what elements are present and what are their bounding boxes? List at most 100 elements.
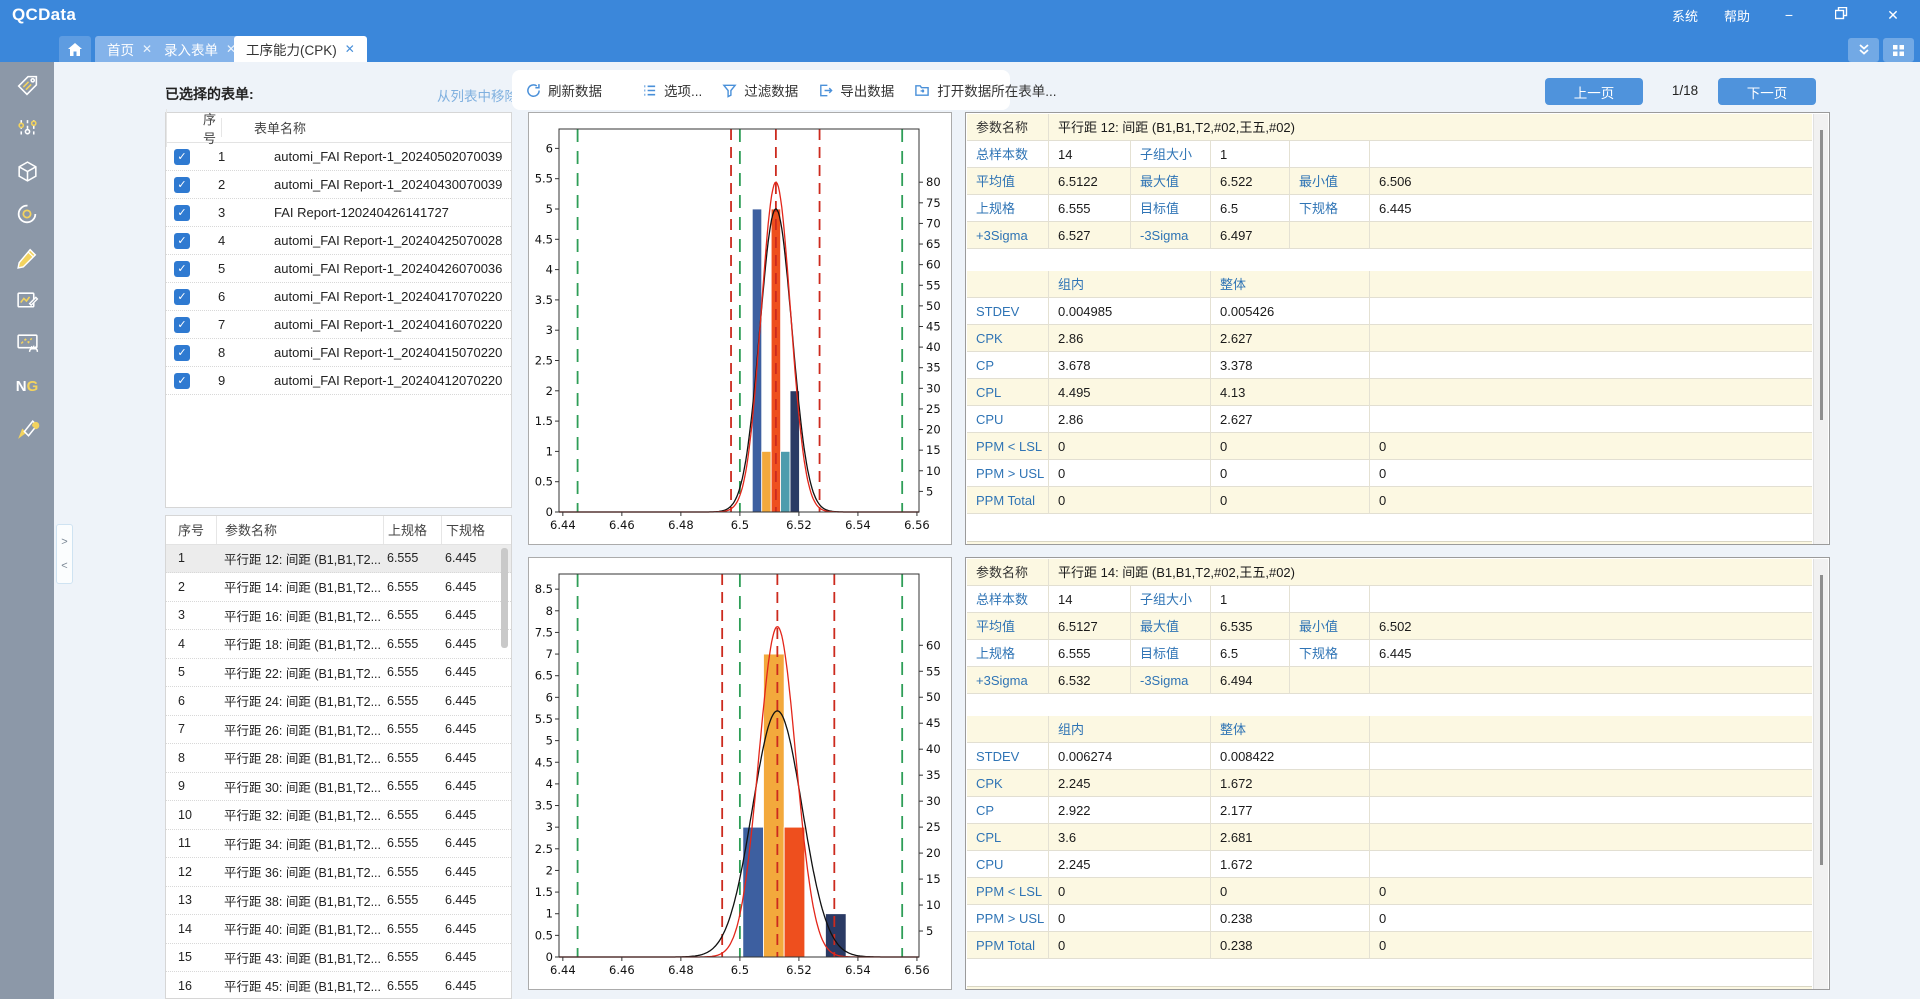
sliders-icon[interactable] [14, 115, 40, 141]
checkbox-checked[interactable]: ✓ [174, 345, 190, 361]
checkbox-checked[interactable]: ✓ [174, 149, 190, 165]
open-source-form-button[interactable]: 打开数据所在表单... [914, 80, 1056, 100]
stat-overall-value: 0.008422 [1211, 743, 1370, 770]
restore-button[interactable] [1828, 7, 1854, 23]
chevron-left-icon[interactable]: < [61, 560, 67, 572]
stats-row: 总样本数14子组大小1 [967, 141, 1812, 168]
stats-scrollbar[interactable] [1813, 114, 1828, 545]
tag-icon[interactable] [14, 72, 40, 98]
column-header-name: 表单名称 [221, 118, 306, 137]
param-name-value: 平行距 12: 间距 (B1,B1,T2,#02,王五,#02) [1049, 114, 1812, 141]
parameter-row[interactable]: 15平行距 43: 间距 (B1,B1,T2...6.5556.445 [166, 944, 511, 973]
ng-judge-icon[interactable]: NG [14, 373, 40, 399]
parameter-row[interactable]: 8平行距 28: 间距 (B1,B1,T2...6.5556.445 [166, 744, 511, 773]
stat-overall-value: 0.238 [1211, 932, 1370, 959]
stat-within-value: 2.86 [1049, 406, 1211, 433]
title-bar: QCData 系统 帮助 − ✕ [0, 0, 1920, 30]
form-list-row[interactable]: ✓4automi_FAI Report-1_20240425070028 [166, 227, 511, 255]
options-button[interactable]: 选项... [642, 80, 702, 100]
parameter-row[interactable]: 7平行距 26: 间距 (B1,B1,T2...6.5556.445 [166, 716, 511, 745]
chart-edit-icon[interactable] [14, 287, 40, 313]
tab-grid-view-button[interactable] [1883, 38, 1914, 62]
form-list-row[interactable]: ✓1automi_FAI Report-1_20240502070039 [166, 143, 511, 171]
stats-row: 总样本数14子组大小1 [967, 586, 1812, 613]
home-tab-button[interactable] [59, 36, 91, 62]
sidebar-collapse-toggle[interactable]: > < [56, 524, 73, 584]
stats-scrollbar-thumb[interactable] [1820, 130, 1823, 420]
form-list-row[interactable]: ✓8automi_FAI Report-1_20240415070220 [166, 339, 511, 367]
param-name-label: 参数名称 [967, 559, 1049, 586]
tab-close-icon[interactable]: ✕ [142, 42, 152, 56]
within-group-header: 组内 [1049, 716, 1211, 743]
parameter-row[interactable]: 6平行距 24: 间距 (B1,B1,T2...6.5556.445 [166, 687, 511, 716]
svg-text:15: 15 [926, 443, 941, 457]
form-list-row[interactable]: ✓3FAI Report-120240426141727 [166, 199, 511, 227]
parameter-row[interactable]: 11平行距 34: 间距 (B1,B1,T2...6.5556.445 [166, 830, 511, 859]
parameter-row[interactable]: 5平行距 22: 间距 (B1,B1,T2...6.5556.445 [166, 659, 511, 688]
parameter-row[interactable]: 2平行距 14: 间距 (B1,B1,T2...6.5556.445 [166, 573, 511, 602]
form-list-row[interactable]: ✓2automi_FAI Report-1_20240430070039 [166, 171, 511, 199]
parameter-row[interactable]: 9平行距 30: 间距 (B1,B1,T2...6.5556.445 [166, 773, 511, 802]
checkbox-checked[interactable]: ✓ [174, 317, 190, 333]
stat-label: 子组大小 [1131, 141, 1211, 168]
checkbox-checked[interactable]: ✓ [174, 261, 190, 277]
collapse-tabs-button[interactable] [1848, 38, 1879, 62]
form-list-row[interactable]: ✓6automi_FAI Report-1_20240417070220 [166, 283, 511, 311]
param-name-value: 平行距 14: 间距 (B1,B1,T2,#02,王五,#02) [1049, 559, 1812, 586]
svg-text:3.5: 3.5 [535, 293, 553, 307]
svg-text:5.5: 5.5 [535, 712, 553, 726]
parameter-row[interactable]: 1平行距 12: 间距 (B1,B1,T2...6.5556.445 [166, 545, 511, 574]
parameter-name: 平行距 14: 间距 (B1,B1,T2... [216, 577, 383, 596]
form-list-row[interactable]: ✓7automi_FAI Report-1_20240416070220 [166, 311, 511, 339]
form-list-row[interactable]: ✓5automi_FAI Report-1_20240426070036 [166, 255, 511, 283]
pen-tools-icon[interactable] [14, 416, 40, 442]
svg-text:6.52: 6.52 [786, 963, 812, 977]
stat-label: 最大值 [1131, 613, 1211, 640]
parameter-row[interactable]: 12平行距 36: 间距 (B1,B1,T2...6.5556.445 [166, 858, 511, 887]
remove-from-list-link[interactable]: 从列表中移除 [437, 85, 518, 105]
minimize-button[interactable]: − [1776, 7, 1802, 23]
checkbox-checked[interactable]: ✓ [174, 233, 190, 249]
parameter-row[interactable]: 4平行距 18: 间距 (B1,B1,T2...6.5556.445 [166, 630, 511, 659]
stat-label [1290, 222, 1370, 249]
board-hand-icon[interactable] [14, 330, 40, 356]
next-row-partial [967, 986, 1812, 990]
parameter-row[interactable]: 3平行距 16: 间距 (B1,B1,T2...6.5556.445 [166, 602, 511, 631]
export-data-button[interactable]: 导出数据 [818, 80, 894, 100]
target-circle-icon[interactable] [14, 201, 40, 227]
prev-page-button[interactable]: 上一页 [1545, 78, 1643, 105]
cube-icon[interactable] [14, 158, 40, 184]
params-scrollbar-thumb[interactable] [501, 548, 508, 648]
checkbox-checked[interactable]: ✓ [174, 373, 190, 389]
close-button[interactable]: ✕ [1880, 7, 1906, 24]
menu-system[interactable]: 系统 [1672, 6, 1698, 25]
chevron-right-icon[interactable]: > [61, 536, 67, 548]
tab-close-icon[interactable]: ✕ [345, 42, 355, 56]
refresh-data-button[interactable]: 刷新数据 [526, 80, 602, 100]
checkbox-checked[interactable]: ✓ [174, 177, 190, 193]
stats-scrollbar-thumb[interactable] [1820, 575, 1823, 865]
filter-data-button[interactable]: 过滤数据 [722, 80, 798, 100]
parameter-row[interactable]: 16平行距 45: 间距 (B1,B1,T2...6.5556.445 [166, 972, 511, 999]
svg-text:6.54: 6.54 [845, 963, 871, 977]
stat-within-value: 0 [1049, 433, 1211, 460]
forms-list-header: 序号 表单名称 [166, 113, 511, 143]
checkbox-checked[interactable]: ✓ [174, 289, 190, 305]
tab-process-capability-cpk[interactable]: 工序能力(CPK)✕ [234, 36, 367, 62]
pencil-icon[interactable] [14, 244, 40, 270]
svg-text:6: 6 [546, 690, 553, 704]
column-header-lsl: 下规格 [441, 516, 499, 544]
next-page-button[interactable]: 下一页 [1718, 78, 1816, 105]
stat-within-value: 0 [1049, 878, 1211, 905]
parameter-row[interactable]: 14平行距 40: 间距 (B1,B1,T2...6.5556.445 [166, 915, 511, 944]
menu-help[interactable]: 帮助 [1724, 6, 1750, 25]
form-list-row[interactable]: ✓9automi_FAI Report-1_20240412070220 [166, 367, 511, 395]
stat-value: 6.555 [1049, 195, 1131, 222]
parameter-row[interactable]: 10平行距 32: 间距 (B1,B1,T2...6.5556.445 [166, 801, 511, 830]
form-name: FAI Report-120240426141727 [242, 205, 449, 220]
checkbox-checked[interactable]: ✓ [174, 205, 190, 221]
svg-text:6.5: 6.5 [535, 669, 553, 683]
stats-scrollbar[interactable] [1813, 559, 1828, 990]
parameter-row[interactable]: 13平行距 38: 间距 (B1,B1,T2...6.5556.445 [166, 887, 511, 916]
overall-header: 整体 [1211, 716, 1370, 743]
